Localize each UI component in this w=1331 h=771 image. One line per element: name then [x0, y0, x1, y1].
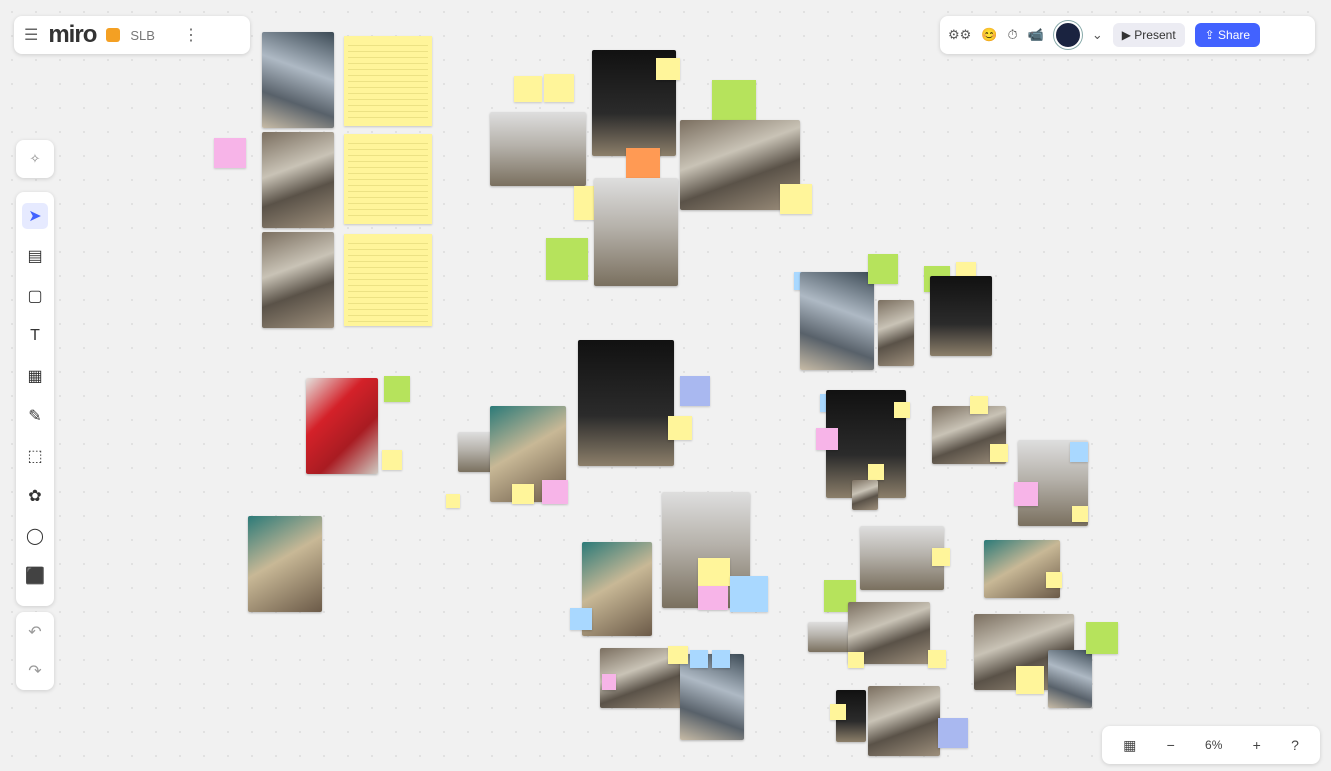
- photo[interactable]: [306, 378, 378, 474]
- photo[interactable]: [868, 686, 940, 756]
- video-icon[interactable]: 📹: [1028, 27, 1044, 43]
- sticky-note[interactable]: [730, 576, 768, 612]
- sticky-note[interactable]: [932, 548, 950, 566]
- photo[interactable]: [262, 32, 334, 128]
- sticky-note[interactable]: [542, 480, 568, 504]
- sticky-note[interactable]: [1072, 506, 1088, 522]
- sticky-note[interactable]: [1070, 442, 1088, 462]
- sticky-note[interactable]: [1086, 622, 1118, 654]
- photo[interactable]: [984, 540, 1060, 598]
- board-title[interactable]: SLB: [130, 28, 155, 43]
- sticky-note[interactable]: [344, 134, 432, 224]
- miro-logo[interactable]: miro: [48, 21, 97, 49]
- share-button[interactable]: ⇪ Share: [1194, 23, 1261, 47]
- photo[interactable]: [878, 300, 914, 366]
- zoom-out-icon[interactable]: −: [1167, 737, 1175, 753]
- sticky-note[interactable]: [1046, 572, 1062, 588]
- sticky-note[interactable]: [680, 376, 710, 406]
- sticky-note[interactable]: [990, 444, 1008, 462]
- sticky-note[interactable]: [1016, 666, 1044, 694]
- sticky-note[interactable]: [816, 428, 838, 450]
- photo[interactable]: [1048, 650, 1092, 708]
- photo[interactable]: [594, 178, 678, 286]
- sticky-note[interactable]: [656, 58, 680, 80]
- magic-wand-icon[interactable]: ✧: [22, 147, 48, 171]
- sticky-note[interactable]: [512, 484, 534, 504]
- board-icon: [106, 28, 121, 42]
- sticky-note[interactable]: [938, 718, 968, 748]
- sticky-note[interactable]: [698, 586, 728, 610]
- reactions-icon[interactable]: 😊: [981, 27, 997, 43]
- main-toolbar: ➤ ▤ ▢ T ▦ ✎ ⬚ ✿ ◯ ⬛: [16, 192, 54, 606]
- main-menu-icon[interactable]: ☰: [24, 25, 38, 45]
- sticky-note[interactable]: [698, 558, 730, 586]
- apps-icon[interactable]: ✿: [22, 483, 48, 509]
- cursor-icon[interactable]: ➤: [22, 203, 48, 229]
- sticky-note[interactable]: [712, 80, 756, 122]
- sticky-note[interactable]: [384, 376, 410, 402]
- undo-redo-bar: ↶ ↷: [16, 612, 54, 690]
- collaboration-tools-icon[interactable]: ⚙⚙: [948, 27, 971, 43]
- help-icon[interactable]: ?: [1291, 737, 1299, 753]
- collaboration-bar: ⚙⚙ 😊 ⏱ 📹 ⌄ ▶ Present ⇪ Share: [940, 16, 1315, 54]
- sticky-note[interactable]: [668, 416, 692, 440]
- sticky-note[interactable]: [1014, 482, 1038, 506]
- photo[interactable]: [490, 112, 586, 186]
- sticky-note[interactable]: [344, 36, 432, 126]
- sticky-note[interactable]: [780, 184, 812, 214]
- more-menu-icon[interactable]: ⋮: [183, 25, 199, 45]
- zoom-level[interactable]: 6%: [1205, 738, 1222, 752]
- sticky-note[interactable]: [970, 396, 988, 414]
- sticky-note[interactable]: [690, 650, 708, 668]
- sticky-note[interactable]: [848, 652, 864, 668]
- photo[interactable]: [930, 276, 992, 356]
- sticky-note[interactable]: [712, 650, 730, 668]
- photo[interactable]: [800, 272, 874, 370]
- sticky-note[interactable]: [668, 646, 688, 664]
- photo[interactable]: [582, 542, 652, 636]
- timer-icon[interactable]: ⏱: [1008, 27, 1018, 43]
- text-icon[interactable]: T: [22, 323, 48, 349]
- sticky-note[interactable]: [544, 74, 574, 102]
- sticky-note[interactable]: [382, 450, 402, 470]
- sticky-note[interactable]: [446, 494, 460, 508]
- comment-icon[interactable]: ◯: [22, 523, 48, 549]
- sticky-note[interactable]: [830, 704, 846, 720]
- chevron-down-icon[interactable]: ⌄: [1092, 27, 1103, 43]
- sticky-note[interactable]: [514, 76, 542, 102]
- photo[interactable]: [578, 340, 674, 466]
- sticky-note[interactable]: [214, 138, 246, 168]
- redo-icon[interactable]: ↷: [22, 658, 48, 683]
- sticky-note[interactable]: [868, 464, 884, 480]
- templates-icon[interactable]: ▤: [22, 243, 48, 269]
- board-map-icon[interactable]: ▦: [1123, 737, 1136, 754]
- sticky-note[interactable]: [546, 238, 588, 280]
- sticky-note-icon[interactable]: ▢: [22, 283, 48, 309]
- upload-icon[interactable]: ⬛: [22, 563, 48, 589]
- photo[interactable]: [852, 480, 878, 510]
- sticky-note[interactable]: [344, 234, 432, 326]
- sticky-note[interactable]: [570, 608, 592, 630]
- photo[interactable]: [808, 622, 850, 652]
- photo[interactable]: [262, 132, 334, 228]
- creation-mode-bar: ✧: [16, 140, 54, 178]
- pen-icon[interactable]: ✎: [22, 403, 48, 429]
- sticky-note[interactable]: [868, 254, 898, 284]
- avatar[interactable]: [1053, 21, 1082, 49]
- present-button[interactable]: ▶ Present: [1112, 23, 1185, 47]
- frame-icon[interactable]: ⬚: [22, 443, 48, 469]
- sticky-note[interactable]: [602, 674, 616, 690]
- sticky-note[interactable]: [928, 650, 946, 668]
- sticky-note[interactable]: [894, 402, 910, 418]
- board-header: ☰ miro SLB ⋮: [14, 16, 250, 54]
- zoom-bar: ▦ − 6% + ?: [1102, 726, 1320, 764]
- shapes-icon[interactable]: ▦: [22, 363, 48, 389]
- photo[interactable]: [248, 516, 322, 612]
- photo[interactable]: [262, 232, 334, 328]
- zoom-in-icon[interactable]: +: [1253, 737, 1261, 753]
- undo-icon[interactable]: ↶: [22, 619, 48, 644]
- sticky-note[interactable]: [626, 148, 660, 182]
